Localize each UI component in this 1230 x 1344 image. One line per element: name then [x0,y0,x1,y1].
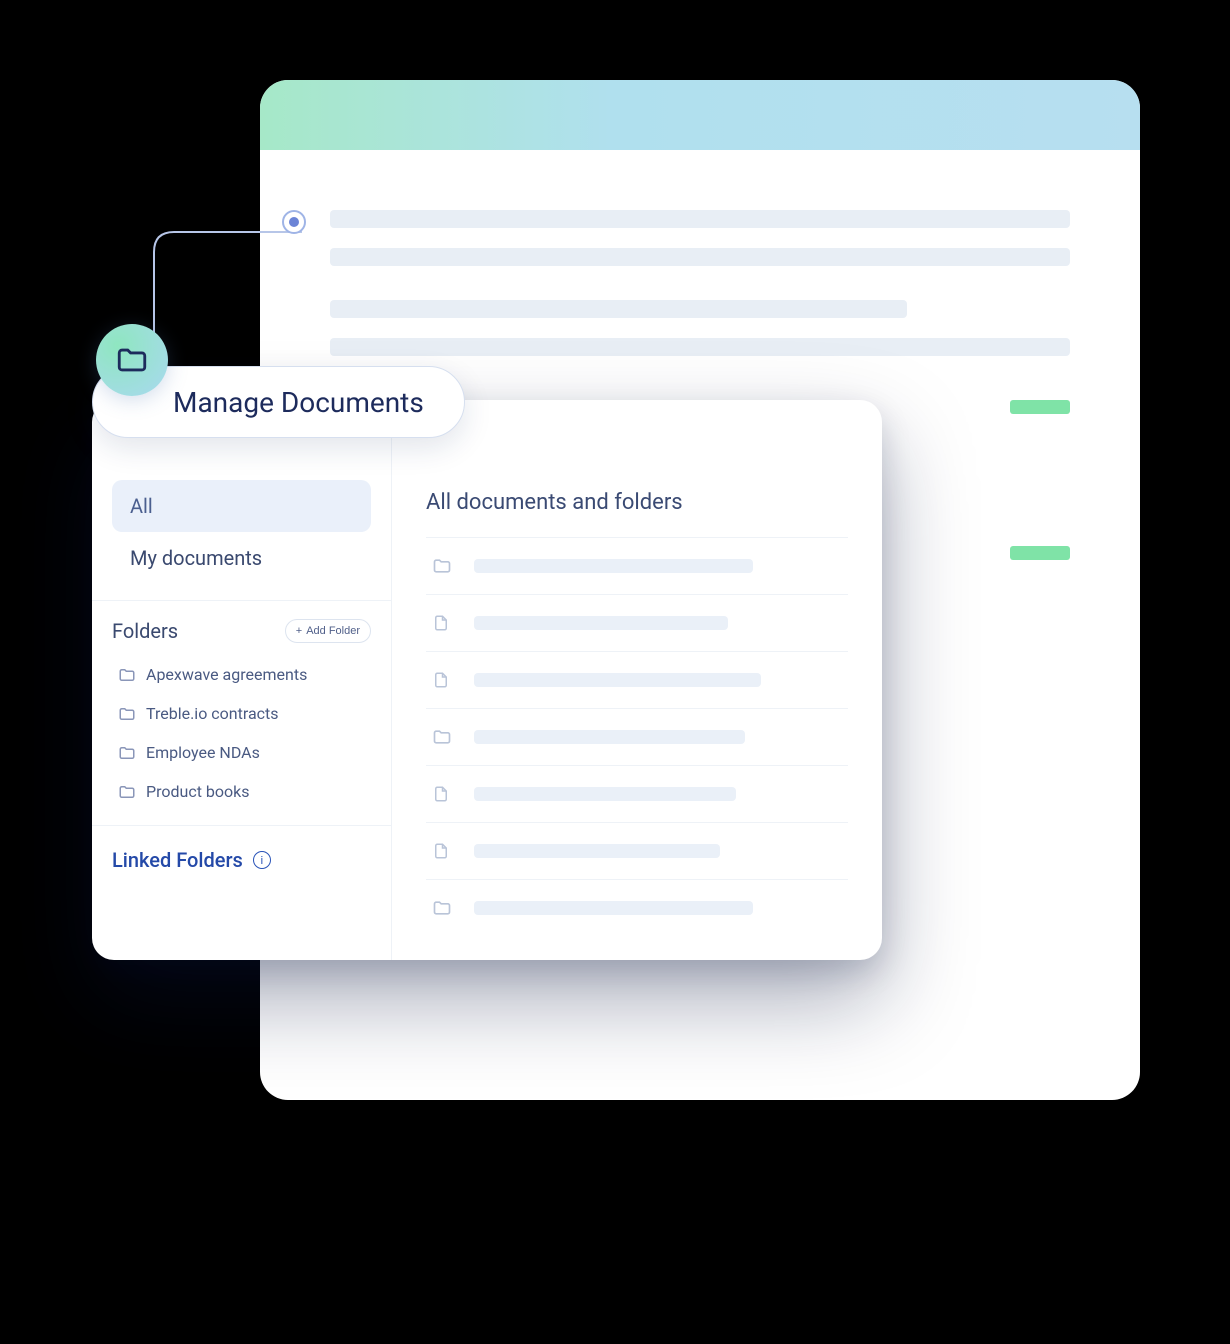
folder-label: Treble.io contracts [146,704,279,723]
folder-item[interactable]: Apexwave agreements [112,655,371,694]
plus-icon: + [296,625,302,637]
linked-folders-section[interactable]: Linked Folders i [92,826,391,894]
folder-badge [96,324,168,396]
folder-label: Apexwave agreements [146,665,307,684]
folder-icon [115,343,149,377]
documents-panel: All My documents Folders + Add Folder Ap… [92,400,882,960]
placeholder-line [330,338,1070,356]
file-icon [432,670,454,690]
pill-title: Manage Documents [173,386,424,419]
placeholder-line [474,673,761,687]
placeholder-line [474,616,728,630]
list-item[interactable] [426,708,848,765]
folder-item[interactable]: Treble.io contracts [112,694,371,733]
linked-folders-title: Linked Folders [112,848,243,872]
folder-icon [118,666,136,684]
content-area: All documents and folders [392,400,882,960]
folder-label: Product books [146,782,250,801]
nav-item-my-documents[interactable]: My documents [112,532,371,584]
nav-section: All My documents [92,470,391,601]
nav-label: My documents [130,546,262,570]
folder-icon [432,898,454,918]
folder-icon [118,783,136,801]
folder-icon [432,727,454,747]
sidebar: All My documents Folders + Add Folder Ap… [92,400,392,960]
placeholder-line [330,300,907,318]
placeholder-line [330,248,1070,266]
placeholder-line [474,901,753,915]
list-item[interactable] [426,651,848,708]
placeholder-line [474,559,753,573]
file-icon [432,784,454,804]
folder-item[interactable]: Product books [112,772,371,811]
nav-item-all[interactable]: All [112,480,371,532]
placeholder-line [474,844,720,858]
list-item[interactable] [426,537,848,594]
folders-section: Folders + Add Folder Apexwave agreements… [92,601,391,826]
nav-label: All [130,494,153,518]
list-item[interactable] [426,594,848,651]
folder-label: Employee NDAs [146,743,260,762]
document-titlebar [260,80,1140,150]
file-icon [432,841,454,861]
add-folder-button[interactable]: + Add Folder [285,619,371,643]
add-folder-label: Add Folder [306,625,360,637]
folder-icon [432,556,454,576]
highlight-bar [1010,546,1070,560]
folder-icon [118,744,136,762]
placeholder-line [330,210,1070,228]
file-icon [432,613,454,633]
content-title: All documents and folders [426,490,848,515]
info-icon[interactable]: i [253,851,271,869]
folder-item[interactable]: Employee NDAs [112,733,371,772]
list-item[interactable] [426,822,848,879]
placeholder-line [474,730,745,744]
list-item[interactable] [426,879,848,936]
highlight-bar [1010,400,1070,414]
folders-heading: Folders [112,619,178,643]
folder-icon [118,705,136,723]
list-item[interactable] [426,765,848,822]
placeholder-line [474,787,736,801]
